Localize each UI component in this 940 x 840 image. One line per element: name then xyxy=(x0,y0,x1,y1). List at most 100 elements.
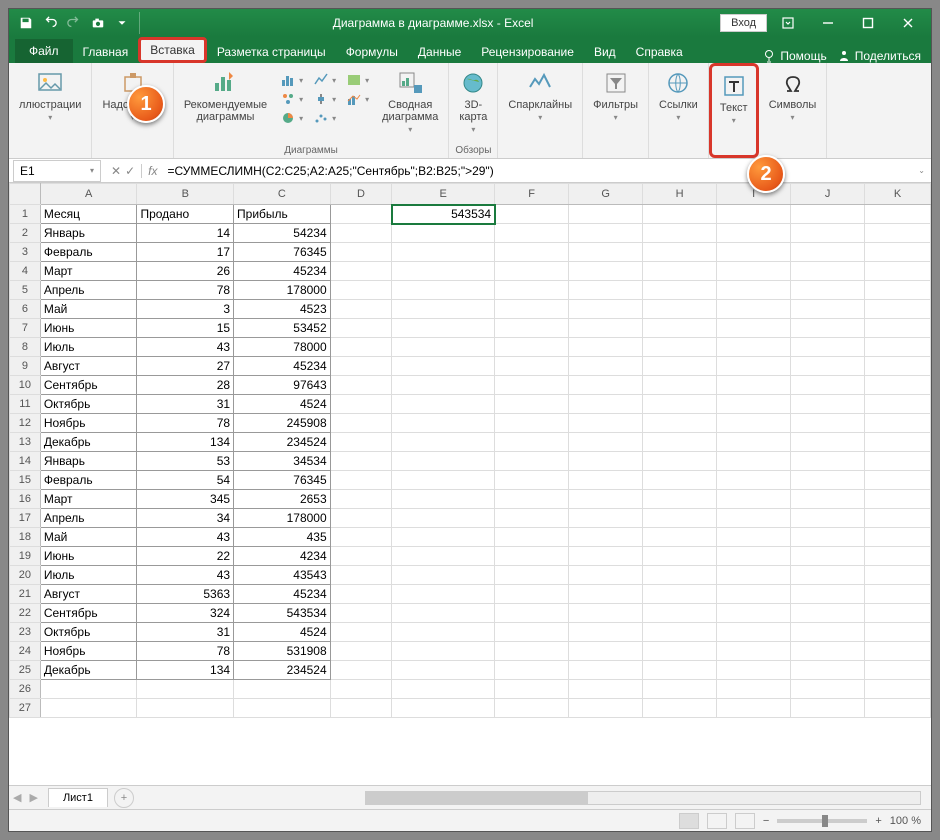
cell-C14[interactable]: 34534 xyxy=(234,452,331,471)
cell-H3[interactable] xyxy=(643,243,717,262)
cell-C21[interactable]: 45234 xyxy=(234,585,331,604)
qat-dropdown-icon[interactable] xyxy=(111,12,133,34)
cell-D15[interactable] xyxy=(330,471,392,490)
combo-chart-icon[interactable]: ▾ xyxy=(343,90,372,108)
cell-K2[interactable] xyxy=(865,224,931,243)
cell-D27[interactable] xyxy=(330,699,392,718)
cell-H21[interactable] xyxy=(643,585,717,604)
filters-button[interactable]: Фильтры▾ xyxy=(589,67,642,124)
cell-B18[interactable]: 43 xyxy=(137,528,234,547)
cell-C19[interactable]: 4234 xyxy=(234,547,331,566)
cell-A11[interactable]: Октябрь xyxy=(40,395,137,414)
cell-I10[interactable] xyxy=(717,376,791,395)
zoom-slider[interactable] xyxy=(777,819,867,823)
cell-C12[interactable]: 245908 xyxy=(234,414,331,433)
cell-A22[interactable]: Сентябрь xyxy=(40,604,137,623)
cell-B2[interactable]: 14 xyxy=(137,224,234,243)
row-header-5[interactable]: 5 xyxy=(10,281,41,300)
cell-K1[interactable] xyxy=(865,205,931,224)
cell-E27[interactable] xyxy=(392,699,495,718)
cell-F17[interactable] xyxy=(495,509,569,528)
row-header-24[interactable]: 24 xyxy=(10,642,41,661)
login-button[interactable]: Вход xyxy=(720,14,767,32)
3d-map-button[interactable]: 3D- карта▾ xyxy=(455,67,491,136)
col-header-G[interactable]: G xyxy=(569,184,643,205)
cell-E6[interactable] xyxy=(392,300,495,319)
cell-K14[interactable] xyxy=(865,452,931,471)
cell-G19[interactable] xyxy=(569,547,643,566)
row-header-19[interactable]: 19 xyxy=(10,547,41,566)
row-header-25[interactable]: 25 xyxy=(10,661,41,680)
cell-A2[interactable]: Январь xyxy=(40,224,137,243)
cell-E13[interactable] xyxy=(392,433,495,452)
cell-E15[interactable] xyxy=(392,471,495,490)
cell-D20[interactable] xyxy=(330,566,392,585)
cell-K6[interactable] xyxy=(865,300,931,319)
cell-G15[interactable] xyxy=(569,471,643,490)
recommended-charts-button[interactable]: Рекомендуемые диаграммы xyxy=(180,67,271,136)
cell-H11[interactable] xyxy=(643,395,717,414)
cell-J25[interactable] xyxy=(791,661,865,680)
name-box[interactable]: E1▾ xyxy=(13,160,101,182)
cell-E21[interactable] xyxy=(392,585,495,604)
cell-B20[interactable]: 43 xyxy=(137,566,234,585)
add-sheet-button[interactable]: + xyxy=(114,788,134,808)
cell-C26[interactable] xyxy=(234,680,331,699)
pivot-chart-button[interactable]: Сводная диаграмма▾ xyxy=(378,67,442,136)
cell-H8[interactable] xyxy=(643,338,717,357)
cell-E18[interactable] xyxy=(392,528,495,547)
cell-F12[interactable] xyxy=(495,414,569,433)
cell-J18[interactable] xyxy=(791,528,865,547)
cell-A7[interactable]: Июнь xyxy=(40,319,137,338)
cell-E3[interactable] xyxy=(392,243,495,262)
cell-K3[interactable] xyxy=(865,243,931,262)
cell-K4[interactable] xyxy=(865,262,931,281)
row-header-18[interactable]: 18 xyxy=(10,528,41,547)
tell-me-button[interactable]: Помощь xyxy=(762,49,826,63)
cell-E23[interactable] xyxy=(392,623,495,642)
cell-I1[interactable] xyxy=(717,205,791,224)
cell-K9[interactable] xyxy=(865,357,931,376)
row-header-13[interactable]: 13 xyxy=(10,433,41,452)
cell-G25[interactable] xyxy=(569,661,643,680)
cell-G2[interactable] xyxy=(569,224,643,243)
zoom-out-icon[interactable]: − xyxy=(763,815,769,827)
cell-C3[interactable]: 76345 xyxy=(234,243,331,262)
cell-J22[interactable] xyxy=(791,604,865,623)
cell-B11[interactable]: 31 xyxy=(137,395,234,414)
row-header-15[interactable]: 15 xyxy=(10,471,41,490)
cell-J15[interactable] xyxy=(791,471,865,490)
cell-A14[interactable]: Январь xyxy=(40,452,137,471)
cell-K27[interactable] xyxy=(865,699,931,718)
cell-F11[interactable] xyxy=(495,395,569,414)
select-all-corner[interactable] xyxy=(10,184,41,205)
cell-K22[interactable] xyxy=(865,604,931,623)
cell-I8[interactable] xyxy=(717,338,791,357)
cell-F16[interactable] xyxy=(495,490,569,509)
cell-I17[interactable] xyxy=(717,509,791,528)
tab-view[interactable]: Вид xyxy=(584,41,626,63)
accept-formula-icon[interactable]: ✓ xyxy=(125,164,135,178)
row-header-3[interactable]: 3 xyxy=(10,243,41,262)
cell-J6[interactable] xyxy=(791,300,865,319)
cell-H17[interactable] xyxy=(643,509,717,528)
cell-H19[interactable] xyxy=(643,547,717,566)
cell-J1[interactable] xyxy=(791,205,865,224)
formula-expand-icon[interactable]: ⌄ xyxy=(912,166,931,175)
sheet-tab-1[interactable]: Лист1 xyxy=(48,788,108,807)
cell-C11[interactable]: 4524 xyxy=(234,395,331,414)
cell-F8[interactable] xyxy=(495,338,569,357)
text-button[interactable]: Текст▾ xyxy=(716,70,752,127)
cell-B14[interactable]: 53 xyxy=(137,452,234,471)
row-header-4[interactable]: 4 xyxy=(10,262,41,281)
cell-K25[interactable] xyxy=(865,661,931,680)
cell-B27[interactable] xyxy=(137,699,234,718)
cell-E25[interactable] xyxy=(392,661,495,680)
cell-D24[interactable] xyxy=(330,642,392,661)
cell-H2[interactable] xyxy=(643,224,717,243)
cell-A13[interactable]: Декабрь xyxy=(40,433,137,452)
cell-G22[interactable] xyxy=(569,604,643,623)
col-header-C[interactable]: C xyxy=(234,184,331,205)
col-header-D[interactable]: D xyxy=(330,184,392,205)
cell-G8[interactable] xyxy=(569,338,643,357)
